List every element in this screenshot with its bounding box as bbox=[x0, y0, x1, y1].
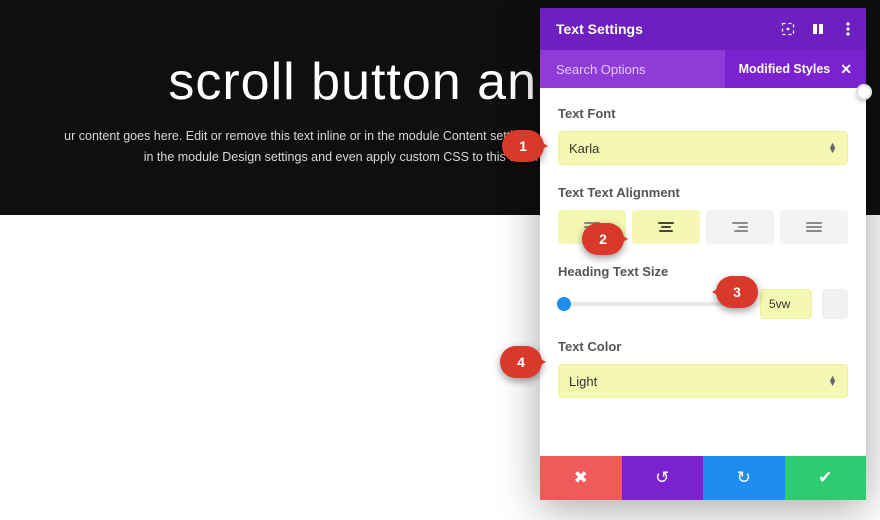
align-justify-button[interactable] bbox=[780, 210, 848, 244]
panel-header: Text Settings bbox=[540, 8, 866, 50]
size-unit-selector[interactable] bbox=[822, 289, 848, 319]
select-text-font[interactable]: Karla ▲▼ bbox=[558, 131, 848, 165]
close-icon[interactable]: ✕ bbox=[840, 61, 852, 78]
panel-toolbar: Search Options Modified Styles ✕ bbox=[540, 50, 866, 88]
cancel-button[interactable]: ✖ bbox=[540, 456, 622, 500]
kebab-menu-icon[interactable] bbox=[840, 21, 856, 37]
field-text-color: Text Color Light ▲▼ bbox=[558, 339, 848, 398]
size-value-text: 5vw bbox=[769, 297, 790, 311]
panel-title: Text Settings bbox=[556, 21, 643, 37]
size-slider-thumb[interactable] bbox=[557, 297, 571, 311]
select-text-color[interactable]: Light ▲▼ bbox=[558, 364, 848, 398]
panel-handle-icon[interactable] bbox=[856, 84, 872, 100]
dropdown-caret-icon: ▲▼ bbox=[828, 376, 837, 386]
size-value-input[interactable]: 5vw bbox=[760, 289, 812, 319]
callout-badge-3: 3 bbox=[716, 276, 758, 308]
select-text-font-value: Karla bbox=[569, 141, 599, 156]
select-text-color-value: Light bbox=[569, 374, 597, 389]
modified-styles-label: Modified Styles bbox=[739, 62, 831, 76]
target-icon[interactable] bbox=[780, 21, 796, 37]
label-heading-text-size: Heading Text Size bbox=[558, 264, 848, 279]
callout-badge-1: 1 bbox=[502, 130, 544, 162]
panel-body: Text Font Karla ▲▼ Text Text Alignment H… bbox=[540, 88, 866, 456]
align-right-button[interactable] bbox=[706, 210, 774, 244]
save-button[interactable]: ✔ bbox=[785, 456, 867, 500]
redo-button[interactable]: ↻ bbox=[703, 456, 785, 500]
dropdown-caret-icon: ▲▼ bbox=[828, 143, 837, 153]
undo-button[interactable]: ↺ bbox=[622, 456, 704, 500]
callout-badge-2: 2 bbox=[582, 223, 624, 255]
panel-footer: ✖ ↺ ↻ ✔ bbox=[540, 456, 866, 500]
label-text-color: Text Color bbox=[558, 339, 848, 354]
modified-styles-tab[interactable]: Modified Styles ✕ bbox=[725, 50, 866, 88]
field-heading-text-size: Heading Text Size 5vw bbox=[558, 264, 848, 319]
text-settings-panel: Text Settings Search Options Modified St… bbox=[540, 8, 866, 500]
search-options-tab[interactable]: Search Options bbox=[540, 62, 725, 77]
align-center-button[interactable] bbox=[632, 210, 700, 244]
label-text-alignment: Text Text Alignment bbox=[558, 185, 848, 200]
columns-icon[interactable] bbox=[810, 21, 826, 37]
label-text-font: Text Font bbox=[558, 106, 848, 121]
callout-badge-4: 4 bbox=[500, 346, 542, 378]
field-text-font: Text Font Karla ▲▼ bbox=[558, 106, 848, 165]
